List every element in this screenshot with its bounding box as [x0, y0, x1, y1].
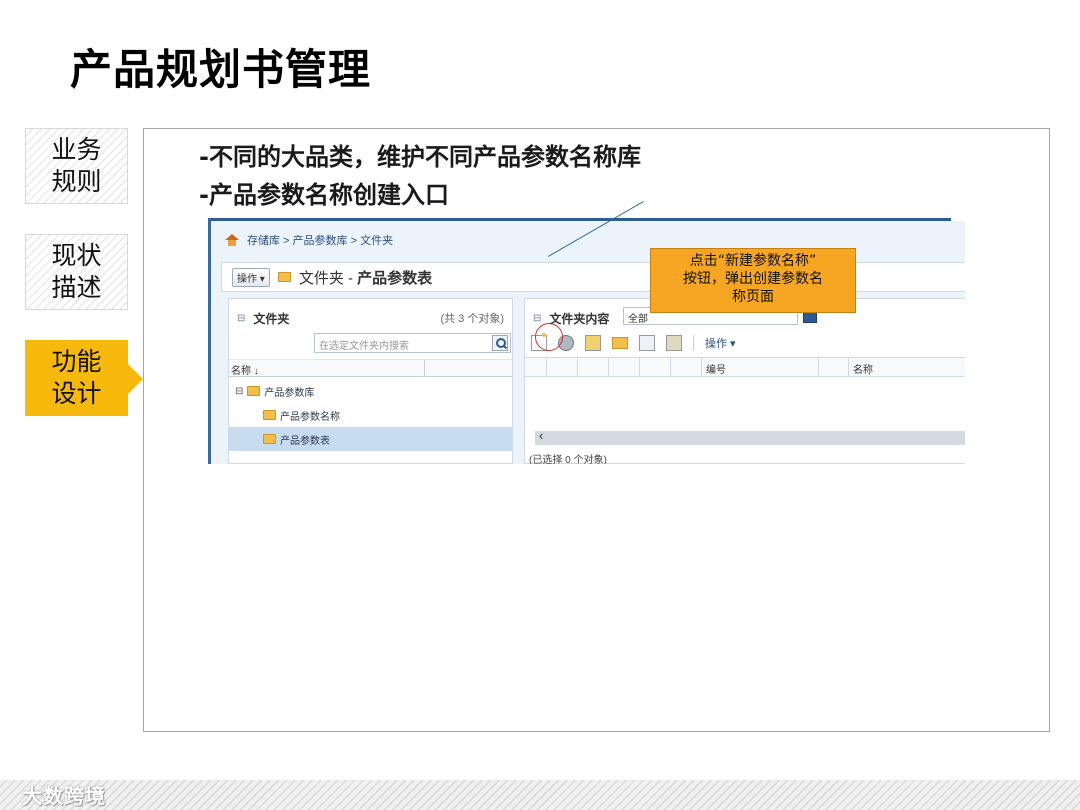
grid-column — [671, 358, 702, 376]
tab-label-line1: 业务 — [51, 135, 102, 164]
tab-label-line2: 规则 — [51, 167, 102, 196]
callout-box: 点击“新建参数名称” 按钮，弹出创建参数名 称页面 — [650, 248, 856, 313]
column-label: 名称 ↓ — [231, 366, 259, 377]
filter-value: 全部 — [628, 314, 648, 325]
search-icon[interactable] — [492, 335, 508, 351]
copy-icon[interactable] — [639, 335, 655, 351]
bullet-1: -不同的大品类，维护不同产品参数名称库 — [199, 143, 641, 171]
grid-column — [819, 358, 849, 376]
callout-line-2: 按钮，弹出创建参数名 — [683, 271, 823, 287]
pane-title: 文件夹 — [253, 312, 290, 326]
horizontal-scrollbar[interactable] — [535, 431, 965, 445]
content-frame: -不同的大品类，维护不同产品参数名称库 -产品参数名称创建入口 存储库 > 产品… — [143, 128, 1050, 732]
breadcrumb: 存储库 > 产品参数库 > 文件夹 — [225, 232, 393, 248]
selection-status: (已选择 0 个对象) — [529, 455, 607, 464]
select-all-checkbox[interactable] — [525, 358, 547, 376]
grid-column — [547, 358, 578, 376]
grid-column — [609, 358, 640, 376]
breadcrumb-text[interactable]: 存储库 > 产品参数库 > 文件夹 — [247, 232, 393, 248]
title-bold: 产品参数表 — [357, 269, 433, 287]
object-count: (共 3 个对象) — [440, 313, 504, 325]
tab-label-line1: 功能 — [51, 347, 102, 376]
callout-line-1: 点击“新建参数名称” — [689, 253, 817, 269]
content-grid-header: 编号 名称 — [525, 357, 965, 377]
tree-item-root[interactable]: ⊟ 产品参数库 — [229, 379, 512, 403]
search-placeholder: 在选定文件夹内搜索 — [319, 341, 409, 352]
tab-label-line2: 设计 — [51, 379, 102, 408]
pane-title: 文件夹内容 — [549, 312, 610, 326]
operate-menu-button[interactable]: 操作 ▾ — [232, 267, 270, 287]
tab-business-rules[interactable]: 业务 规则 — [25, 128, 128, 204]
folder-icon — [277, 272, 291, 282]
folder-icon — [263, 410, 276, 420]
slide-title: 产品规划书管理 — [70, 45, 372, 94]
watermark-logo: 大数跨境 — [22, 784, 106, 808]
tab-current-status[interactable]: 现状 描述 — [25, 234, 128, 310]
expand-icon[interactable]: ⊟ — [235, 386, 243, 397]
callout-line-3: 称页面 — [732, 289, 774, 305]
folder-content-pane: ⊟ 文件夹内容 全部 操作 ▾ 编号 名称 ‹ (已选择 0 个对象) — [524, 298, 965, 464]
column-header-number[interactable]: 编号 — [702, 358, 819, 376]
bullet-2: -产品参数名称创建入口 — [199, 181, 449, 209]
column-divider — [424, 360, 425, 377]
grid-column — [578, 358, 609, 376]
column-header-name[interactable]: 名称 — [849, 358, 965, 376]
tab-label-line2: 描述 — [51, 273, 102, 302]
import-icon[interactable] — [585, 335, 601, 351]
scroll-left-icon[interactable]: ‹ — [539, 428, 543, 443]
pane-header: ⊟ 文件夹 — [237, 310, 289, 327]
title-prefix: 文件夹 - — [298, 269, 358, 287]
tree-label: 产品参数表 — [280, 435, 330, 447]
toolbar-divider — [693, 335, 694, 351]
highlight-circle — [535, 323, 563, 351]
home-icon[interactable] — [225, 234, 239, 246]
footer-bar — [0, 780, 1080, 810]
tab-label-line1: 现状 — [51, 241, 102, 270]
grid-column — [640, 358, 671, 376]
folder-tree-pane: ⊟ 文件夹 (共 3 个对象) 在选定文件夹内搜索 名称 ↓ ⊟ 产品参数库 产… — [228, 298, 513, 464]
folder-search-input[interactable]: 在选定文件夹内搜索 — [314, 333, 511, 353]
column-header-name[interactable]: 名称 ↓ — [229, 359, 512, 377]
tree-item-param-table[interactable]: 产品参数表 — [229, 427, 512, 451]
library-icon — [247, 386, 261, 396]
move-icon[interactable] — [666, 335, 682, 351]
collapse-icon[interactable]: ⊟ — [237, 313, 245, 324]
tree-label: 产品参数名称 — [280, 411, 340, 423]
collapse-icon[interactable]: ⊟ — [533, 313, 541, 324]
tree-item-param-names[interactable]: 产品参数名称 — [229, 403, 512, 427]
tab-feature-design[interactable]: 功能 设计 — [25, 340, 143, 416]
tree-label: 产品参数库 — [264, 387, 315, 399]
toolbar-operate-menu[interactable]: 操作 ▾ — [705, 335, 736, 351]
new-folder-icon[interactable] — [612, 337, 628, 349]
folder-icon — [263, 434, 276, 444]
page-title: 文件夹 - 产品参数表 — [299, 267, 432, 288]
